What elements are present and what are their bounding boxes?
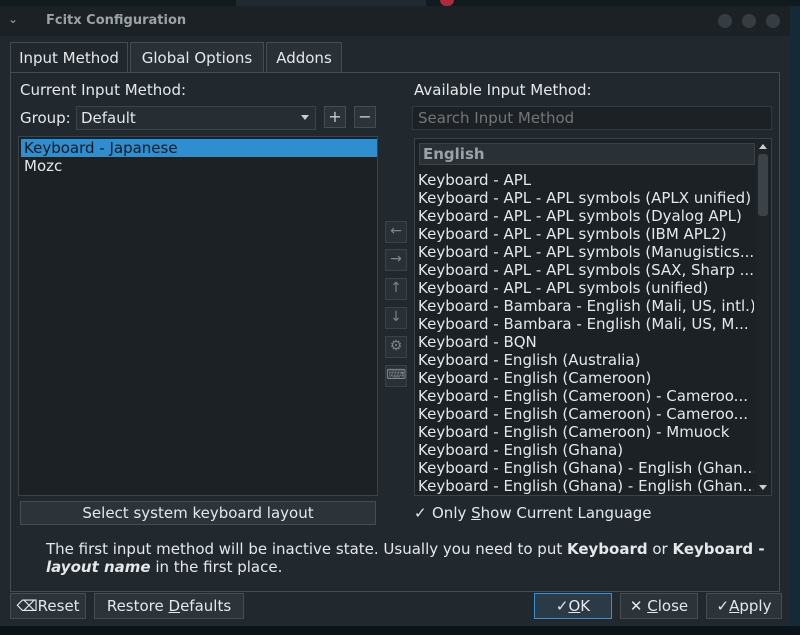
scroll-up-icon[interactable]: [759, 144, 767, 149]
list-item[interactable]: Keyboard - Japanese: [21, 139, 377, 157]
tab-input-method[interactable]: Input Method: [10, 42, 128, 73]
restore-label-accel: D: [168, 597, 181, 615]
ok-button[interactable]: ✓OK: [534, 593, 612, 619]
list-item[interactable]: Keyboard - English (Ghana): [418, 441, 754, 459]
move-down-button[interactable]: ↓: [385, 307, 407, 329]
checkbox-label-post: how Current Language: [480, 504, 652, 522]
window-menu-icon[interactable]: ⌄: [8, 12, 18, 26]
current-input-method-heading: Current Input Method:: [20, 81, 187, 99]
gear-icon: ⚙: [389, 338, 403, 354]
list-item[interactable]: Mozc: [21, 157, 377, 175]
close-label-accel: C: [647, 597, 658, 615]
move-up-button[interactable]: ↑: [385, 278, 407, 300]
maximize-icon[interactable]: [742, 14, 756, 28]
info-text-3: in the first place.: [150, 558, 283, 576]
scroll-thumb[interactable]: [758, 154, 768, 216]
list-item[interactable]: Keyboard - BQN: [418, 333, 754, 351]
list-item[interactable]: Keyboard - Bambara - English (Mali, US, …: [418, 297, 754, 315]
keyboard-icon: ⌨: [386, 367, 407, 383]
info-text-1: The first input method will be inactive …: [46, 540, 567, 558]
checkbox-label-accel: S: [471, 504, 481, 522]
list-item[interactable]: Keyboard - English (Australia): [418, 351, 754, 369]
arrow-right-icon: →: [390, 251, 402, 267]
arrow-up-icon: ↑: [390, 280, 402, 296]
tab-addons[interactable]: Addons: [266, 42, 342, 72]
list-item[interactable]: Keyboard - English (Ghana) - English (Gh…: [418, 477, 754, 495]
checkmark-icon: ✓: [414, 504, 427, 522]
apply-label-post: pply: [739, 597, 772, 615]
info-bold-1: Keyboard: [566, 540, 648, 558]
info-text-2: or: [647, 540, 673, 558]
minimize-icon[interactable]: [718, 14, 732, 28]
tab-global-options[interactable]: Global Options: [130, 42, 264, 72]
desktop-strip: [0, 626, 800, 635]
window-title: Fcitx Configuration: [46, 13, 187, 28]
keyboard-layout-button[interactable]: ⌨: [385, 365, 407, 387]
search-input[interactable]: [412, 106, 772, 130]
info-bold-2: Keyboard -: [672, 540, 765, 558]
scroll-down-icon[interactable]: [759, 485, 767, 490]
vertical-scrollbar[interactable]: [756, 140, 770, 494]
list-item[interactable]: Keyboard - APL - APL symbols (Dyalog APL…: [418, 207, 754, 225]
available-input-method-list[interactable]: English Keyboard - APL Keyboard - APL - …: [414, 138, 772, 496]
chevron-down-icon: [301, 115, 309, 120]
apply-label-accel: A: [729, 597, 740, 615]
close-window-icon[interactable]: [766, 14, 780, 28]
list-item[interactable]: Keyboard - APL - APL symbols (IBM APL2): [418, 225, 754, 243]
group-select-value: Default: [81, 109, 136, 127]
list-item[interactable]: Keyboard - APL: [418, 171, 754, 189]
list-item[interactable]: Keyboard - APL - APL symbols (Manugistic…: [418, 243, 754, 261]
title-bar: ⌄ Fcitx Configuration: [0, 6, 790, 36]
list-item[interactable]: Keyboard - APL - APL symbols (unified): [418, 279, 754, 297]
info-bold-italic: layout name: [46, 558, 151, 576]
desktop-background: [790, 6, 800, 626]
group-select[interactable]: Default: [76, 106, 316, 130]
list-item[interactable]: Keyboard - English (Cameroon) - Mmuock: [418, 423, 754, 441]
ok-label-accel: O: [568, 597, 581, 615]
move-right-button[interactable]: →: [385, 249, 407, 271]
only-show-current-language-checkbox[interactable]: ✓ Only Show Current Language: [414, 504, 652, 522]
move-left-button[interactable]: ←: [385, 221, 407, 243]
close-label-post: lose: [657, 597, 689, 615]
group-label: Group:: [20, 109, 71, 127]
reset-label: Reset: [37, 597, 80, 615]
minus-icon: −: [358, 107, 372, 126]
check-icon: ✓: [716, 597, 730, 615]
ok-label-post: K: [580, 597, 591, 615]
list-item[interactable]: Keyboard - English (Cameroon): [418, 369, 754, 387]
list-item[interactable]: Keyboard - English (Cameroon) - Cameroo.…: [418, 405, 754, 423]
select-system-keyboard-layout-button[interactable]: Select system keyboard layout: [20, 501, 376, 525]
apply-button[interactable]: ✓Apply: [706, 593, 782, 619]
list-item[interactable]: Keyboard - English (Ghana) - English (Gh…: [418, 459, 754, 477]
clear-icon: ⌫: [16, 597, 38, 615]
plus-icon: +: [328, 107, 342, 126]
list-item[interactable]: Keyboard - English (Cameroon) - Cameroo.…: [418, 387, 754, 405]
list-item[interactable]: Keyboard - Bambara - English (Mali, US, …: [418, 315, 754, 333]
check-icon: ✓: [555, 597, 569, 615]
restore-label-pre: Restore: [106, 597, 169, 615]
add-group-button[interactable]: +: [324, 106, 346, 128]
arrow-left-icon: ←: [390, 223, 402, 239]
close-button[interactable]: ✕ Close: [620, 593, 698, 619]
group-header: English: [419, 143, 755, 165]
configure-button[interactable]: ⚙: [385, 336, 407, 358]
current-input-method-list[interactable]: Keyboard - Japanese Mozc: [18, 136, 378, 496]
restore-defaults-button[interactable]: Restore Defaults: [94, 593, 244, 619]
restore-label-post: efaults: [180, 597, 232, 615]
arrow-down-icon: ↓: [390, 309, 402, 325]
info-text: The first input method will be inactive …: [46, 540, 766, 576]
checkbox-label-pre: Only: [432, 504, 472, 522]
remove-group-button[interactable]: −: [354, 106, 376, 128]
reset-button[interactable]: ⌫Reset: [10, 593, 86, 619]
list-item[interactable]: Keyboard - APL - APL symbols (APLX unifi…: [418, 189, 754, 207]
available-input-method-heading: Available Input Method:: [414, 81, 592, 99]
list-item[interactable]: Keyboard - APL - APL symbols (SAX, Sharp…: [418, 261, 754, 279]
close-icon: ✕: [629, 597, 643, 615]
